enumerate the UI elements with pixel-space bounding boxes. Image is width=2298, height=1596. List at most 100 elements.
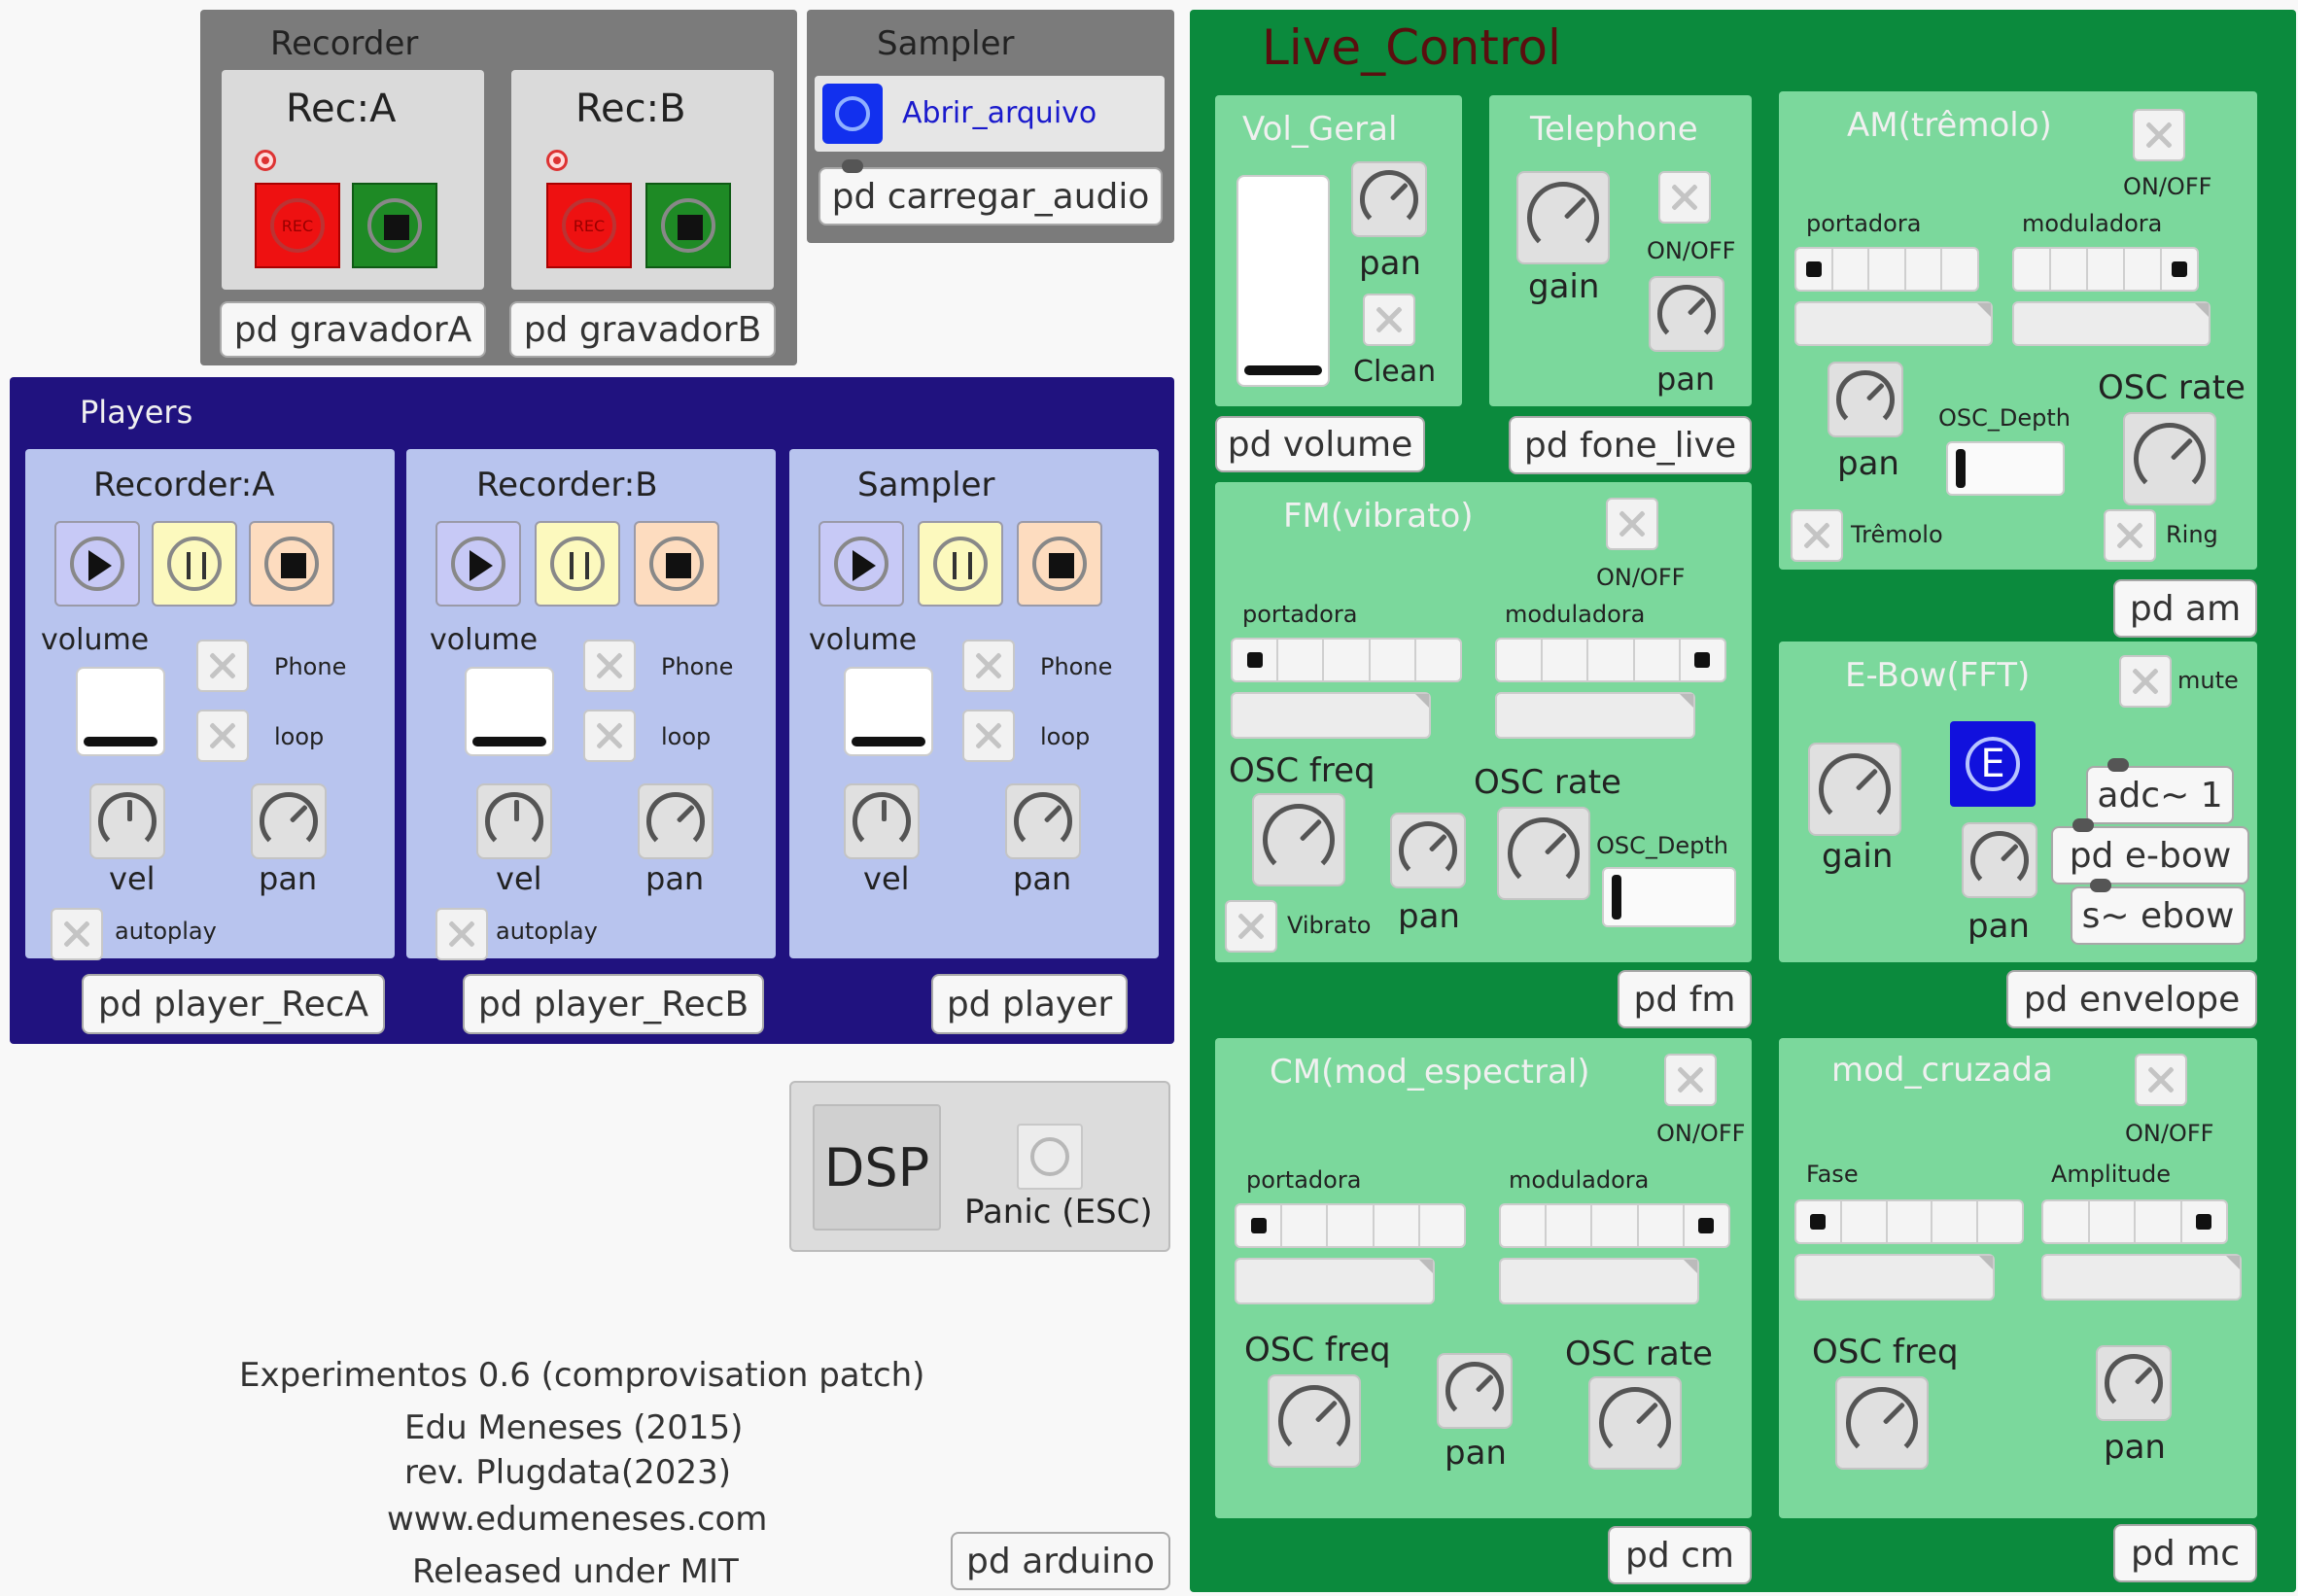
adc-object[interactable]: adc~ 1 xyxy=(2086,766,2234,824)
pd-carregar-audio[interactable]: pd carregar_audio xyxy=(818,167,1163,226)
pd-volume[interactable]: pd volume xyxy=(1215,416,1425,472)
pd-e-bow[interactable]: pd e-bow xyxy=(2051,826,2249,885)
fm-onoff-toggle[interactable] xyxy=(1606,498,1658,550)
ebow-pan-knob[interactable] xyxy=(1962,822,2037,898)
cm-portadora-radio[interactable] xyxy=(1235,1203,1466,1248)
mc-freq-knob[interactable] xyxy=(1835,1376,1929,1470)
fm-vibrato-toggle[interactable] xyxy=(1225,900,1277,953)
am-moduladora-radio[interactable] xyxy=(2012,247,2199,292)
player-sampler-stop-button[interactable] xyxy=(1017,521,1102,607)
player-b-autoplay-toggle[interactable] xyxy=(435,908,488,960)
pd-mc[interactable]: pd mc xyxy=(2113,1524,2257,1582)
cm-onoff-toggle[interactable] xyxy=(1664,1054,1717,1106)
player-a-loop-toggle[interactable] xyxy=(196,710,249,762)
am-portadora-radio[interactable] xyxy=(1794,247,1979,292)
player-b-loop-toggle[interactable] xyxy=(583,710,636,762)
pd-arduino[interactable]: pd arduino xyxy=(951,1532,1170,1590)
am-rate-knob[interactable] xyxy=(2123,412,2216,505)
cm-pan-knob[interactable] xyxy=(1437,1353,1513,1429)
player-b-phone-toggle[interactable] xyxy=(583,640,636,692)
am-pan-knob[interactable] xyxy=(1828,362,1903,437)
cm-moduladora-radio[interactable] xyxy=(1499,1203,1730,1248)
pd-player-RecA[interactable]: pd player_RecA xyxy=(82,974,385,1034)
rec-b-stop-button[interactable] xyxy=(645,183,731,268)
fm-portadora-radio[interactable] xyxy=(1231,638,1462,682)
fm-pan-knob[interactable] xyxy=(1390,813,1466,888)
am-tremolo-toggle[interactable] xyxy=(1791,509,1843,562)
rec-a-record-button[interactable]: REC xyxy=(255,183,340,268)
player-b-pause-button[interactable] xyxy=(535,521,620,607)
player-a-pause-button[interactable] xyxy=(152,521,237,607)
player-sampler-pan-knob[interactable] xyxy=(1005,783,1081,859)
vol-geral-pan-knob[interactable] xyxy=(1351,161,1427,237)
player-a-stop-button[interactable] xyxy=(249,521,334,607)
pd-cm[interactable]: pd cm xyxy=(1608,1526,1752,1584)
cm-portadora-number[interactable] xyxy=(1235,1258,1435,1304)
am-portadora-number[interactable] xyxy=(1794,301,1993,346)
ebow-e-bang[interactable]: E xyxy=(1950,721,2036,807)
player-b-vel-knob[interactable] xyxy=(476,783,552,859)
pd-fone-live[interactable]: pd fone_live xyxy=(1509,416,1752,474)
player-sampler-play-button[interactable] xyxy=(818,521,904,607)
am-moduladora-number[interactable] xyxy=(2012,301,2211,346)
player-sampler-phone-toggle[interactable] xyxy=(962,640,1015,692)
mc-pan-knob[interactable] xyxy=(2096,1345,2172,1421)
player-sampler-loop-label: loop xyxy=(1040,723,1091,750)
pd-player-RecB[interactable]: pd player_RecB xyxy=(463,974,764,1034)
player-b-pan-label: pan xyxy=(645,860,705,897)
pd-player[interactable]: pd player xyxy=(931,974,1128,1034)
fm-depth-slider[interactable] xyxy=(1602,867,1736,927)
am-onoff-toggle[interactable] xyxy=(2133,109,2185,161)
player-sampler-volume-slider[interactable] xyxy=(844,667,933,756)
fm-portadora-number[interactable] xyxy=(1231,692,1431,739)
ebow-gain-knob[interactable] xyxy=(1808,743,1901,836)
telephone-pan-knob[interactable] xyxy=(1649,276,1724,352)
mc-amplitude-radio[interactable] xyxy=(2041,1199,2228,1244)
player-b-pan-knob[interactable] xyxy=(638,783,714,859)
am-moduladora-label: moduladora xyxy=(2022,210,2163,237)
mc-fase-radio[interactable] xyxy=(1794,1199,2024,1244)
player-sampler-pause-button[interactable] xyxy=(918,521,1003,607)
pd-gravadorA[interactable]: pd gravadorA xyxy=(220,301,486,358)
cm-moduladora-number[interactable] xyxy=(1499,1258,1699,1304)
ebow-mute-toggle[interactable] xyxy=(2119,655,2172,708)
telephone-onoff-toggle[interactable] xyxy=(1658,171,1711,224)
panic-button[interactable] xyxy=(1017,1124,1083,1190)
player-a-volume-slider[interactable] xyxy=(76,667,165,756)
vol-geral-slider[interactable] xyxy=(1236,175,1330,387)
pd-gravadorB[interactable]: pd gravadorB xyxy=(509,301,776,358)
am-tremolo-label: Trêmolo xyxy=(1851,521,1943,548)
player-b-volume-slider[interactable] xyxy=(465,667,554,756)
mc-fase-number[interactable] xyxy=(1794,1254,1995,1301)
fm-freq-knob[interactable] xyxy=(1252,793,1345,886)
player-a-autoplay-toggle[interactable] xyxy=(51,908,103,960)
mc-onoff-toggle[interactable] xyxy=(2135,1054,2187,1106)
pd-am[interactable]: pd am xyxy=(2113,579,2257,638)
s-ebow[interactable]: s~ ebow xyxy=(2071,886,2246,945)
player-b-play-button[interactable] xyxy=(435,521,521,607)
player-b-stop-button[interactable] xyxy=(634,521,719,607)
pd-envelope[interactable]: pd envelope xyxy=(2006,970,2257,1028)
fm-moduladora-radio[interactable] xyxy=(1495,638,1726,682)
telephone-gain-knob[interactable] xyxy=(1516,171,1610,264)
pd-fm[interactable]: pd fm xyxy=(1618,970,1752,1028)
credits-line3: rev. Plugdata(2023) xyxy=(404,1453,731,1492)
fm-moduladora-number[interactable] xyxy=(1495,692,1695,739)
am-depth-slider[interactable] xyxy=(1946,441,2065,496)
player-a-play-button[interactable] xyxy=(54,521,140,607)
fm-rate-knob[interactable] xyxy=(1497,807,1590,900)
player-sampler-vel-knob[interactable] xyxy=(844,783,920,859)
vol-geral-clean-toggle[interactable] xyxy=(1363,294,1415,346)
player-sampler-loop-toggle[interactable] xyxy=(962,710,1015,762)
dsp-button[interactable]: DSP xyxy=(813,1104,941,1231)
cm-rate-knob[interactable] xyxy=(1588,1376,1682,1470)
player-a-vel-knob[interactable] xyxy=(89,783,165,859)
am-ring-toggle[interactable] xyxy=(2104,509,2156,562)
mc-amplitude-number[interactable] xyxy=(2041,1254,2242,1301)
player-a-phone-toggle[interactable] xyxy=(196,640,249,692)
player-a-pan-knob[interactable] xyxy=(251,783,327,859)
rec-b-record-button[interactable]: REC xyxy=(546,183,632,268)
rec-a-stop-button[interactable] xyxy=(352,183,437,268)
open-file-bang[interactable] xyxy=(822,84,883,144)
cm-freq-knob[interactable] xyxy=(1268,1374,1361,1468)
